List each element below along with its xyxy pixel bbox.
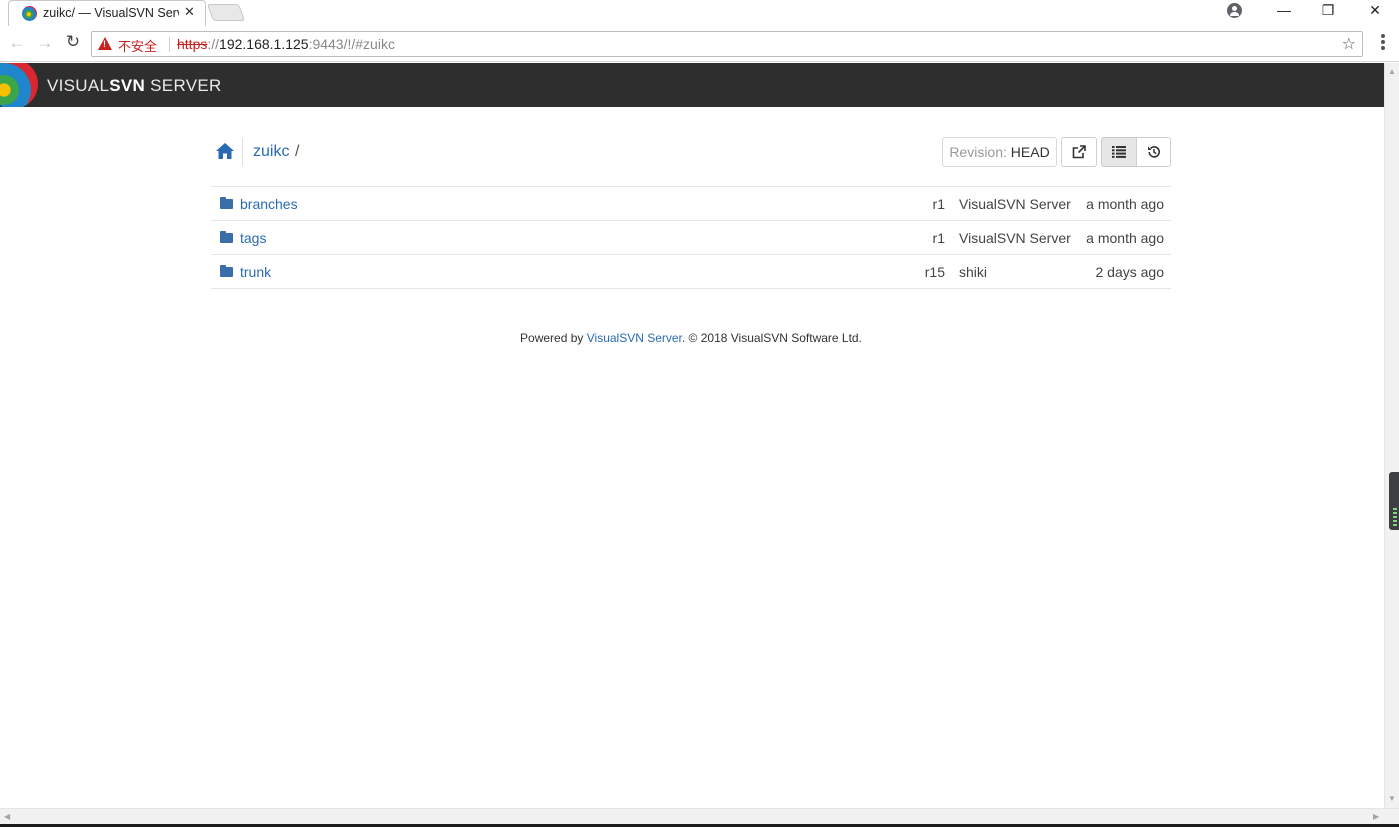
- table-row[interactable]: trunk r15 shiki 2 days ago: [211, 255, 1171, 289]
- browser-tab[interactable]: zuikc/ — VisualSVN Server ✕: [8, 0, 206, 26]
- minimize-icon[interactable]: —: [1274, 2, 1294, 18]
- bookmark-star-icon[interactable]: ☆: [1342, 34, 1356, 54]
- file-author: VisualSVN Server: [959, 196, 1071, 212]
- footer-prefix: Powered by: [520, 331, 587, 345]
- address-bar[interactable]: 不安全 https://192.168.1.125:9443/!/#zuikc …: [91, 31, 1363, 57]
- visualsvn-logo-icon: [0, 63, 38, 107]
- revision-selector[interactable]: Revision: HEAD: [942, 137, 1057, 167]
- repository-browser: zuikc / Revision: HEAD branches r1 Visua…: [211, 107, 1171, 289]
- security-warning-text[interactable]: 不安全: [118, 36, 157, 55]
- page-footer: Powered by VisualSVN Server. © 2018 Visu…: [211, 331, 1171, 345]
- forward-arrow-icon[interactable]: →: [35, 33, 55, 53]
- breadcrumb-slash: /: [295, 143, 300, 160]
- brand-bold: SVN: [109, 76, 146, 95]
- history-icon: [1147, 146, 1160, 158]
- file-author: VisualSVN Server: [959, 230, 1071, 246]
- file-name-link[interactable]: trunk: [240, 264, 271, 280]
- tab-close-icon[interactable]: ✕: [184, 4, 195, 20]
- brand-suffix: SERVER: [145, 76, 222, 95]
- url-host: 192.168.1.125: [219, 36, 309, 52]
- footer-visualsvn-link[interactable]: VisualSVN Server: [587, 331, 682, 345]
- restore-icon[interactable]: ❐: [1318, 2, 1338, 19]
- file-date: a month ago: [1086, 196, 1164, 212]
- file-revision[interactable]: r1: [933, 196, 945, 212]
- list-icon: [1112, 146, 1126, 158]
- url-path: :9443/!/#zuikc: [308, 36, 395, 52]
- list-view-button[interactable]: [1101, 137, 1137, 167]
- user-profile-icon[interactable]: [1227, 3, 1242, 18]
- brand-title[interactable]: VISUALSVN SERVER: [47, 76, 222, 96]
- breadcrumb-divider: [242, 138, 243, 166]
- url-separator: ://: [207, 36, 220, 52]
- window-close-icon[interactable]: ✕: [1365, 2, 1385, 19]
- url-text[interactable]: https://192.168.1.125:9443/!/#zuikc: [177, 36, 395, 52]
- tab-title: zuikc/ — VisualSVN Server: [43, 6, 179, 20]
- vertical-scrollbar[interactable]: ▲ ▼: [1384, 63, 1399, 808]
- scroll-down-icon[interactable]: ▼: [1388, 794, 1396, 803]
- back-arrow-icon[interactable]: ←: [7, 33, 27, 53]
- open-external-button[interactable]: [1061, 137, 1097, 167]
- brand-prefix: VISUAL: [47, 76, 110, 95]
- file-date: 2 days ago: [1095, 264, 1165, 280]
- new-tab-button[interactable]: [206, 4, 246, 21]
- side-widget-handle[interactable]: [1389, 472, 1399, 530]
- breadcrumb-repo-link[interactable]: zuikc: [253, 143, 289, 161]
- home-icon[interactable]: [216, 143, 234, 159]
- breadcrumb: zuikc / Revision: HEAD: [211, 107, 1171, 187]
- file-name-link[interactable]: branches: [240, 196, 298, 212]
- history-button[interactable]: [1136, 137, 1171, 167]
- external-link-icon: [1072, 145, 1086, 159]
- browser-toolbar: ← → ↻ 不安全 https://192.168.1.125:9443/!/#…: [0, 26, 1399, 62]
- table-row[interactable]: branches r1 VisualSVN Server a month ago: [211, 187, 1171, 221]
- table-row[interactable]: tags r1 VisualSVN Server a month ago: [211, 221, 1171, 255]
- reload-icon[interactable]: ↻: [63, 32, 83, 52]
- scroll-left-icon[interactable]: ◀: [4, 812, 10, 821]
- folder-icon: [220, 197, 233, 209]
- url-scheme: https: [177, 36, 208, 52]
- file-revision[interactable]: r1: [933, 230, 945, 246]
- browser-menu-icon[interactable]: [1381, 34, 1385, 52]
- revision-value: HEAD: [1010, 144, 1050, 160]
- browser-tabstrip: zuikc/ — VisualSVN Server ✕ — ❐ ✕: [0, 0, 1399, 26]
- app-header: VISUALSVN SERVER: [0, 63, 1384, 107]
- folder-icon: [220, 231, 233, 243]
- scroll-right-icon[interactable]: ▶: [1373, 812, 1379, 821]
- file-date: a month ago: [1086, 230, 1164, 246]
- warning-triangle-icon: [98, 37, 112, 50]
- folder-icon: [220, 265, 233, 277]
- footer-copyright: . © 2018 VisualSVN Software Ltd.: [681, 331, 862, 345]
- file-revision[interactable]: r15: [925, 264, 945, 280]
- scroll-up-icon[interactable]: ▲: [1388, 67, 1396, 76]
- visualsvn-favicon-icon: [22, 6, 37, 21]
- file-author: shiki: [959, 264, 988, 280]
- file-name-link[interactable]: tags: [240, 230, 266, 246]
- revision-label: Revision:: [949, 144, 1011, 160]
- omnibox-divider: [169, 37, 170, 52]
